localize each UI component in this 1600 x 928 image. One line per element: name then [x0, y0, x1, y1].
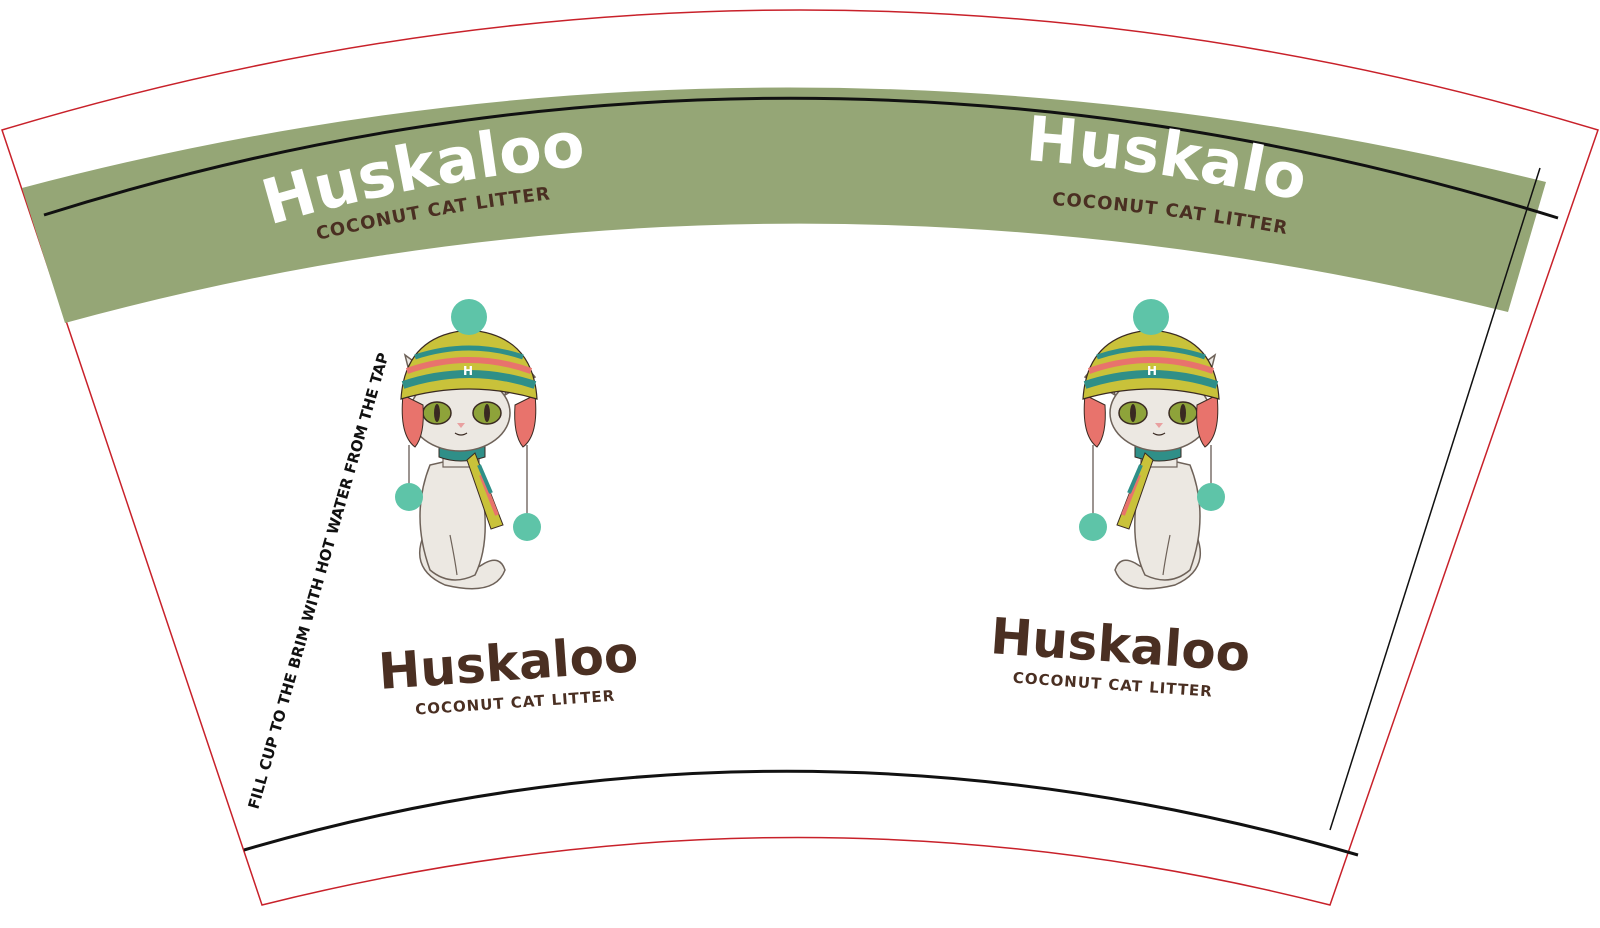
cup-template-artwork: H Huskaloo COCONUT CAT LITTER Huskaloo C… [0, 0, 1599, 906]
